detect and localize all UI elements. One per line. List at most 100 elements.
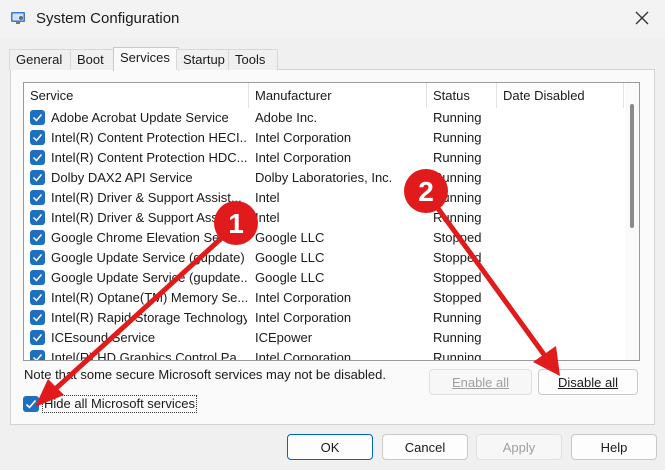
service-name: Google Chrome Elevation Service... [51,230,247,245]
tab-boot[interactable]: Boot [70,49,116,70]
service-checkbox[interactable] [30,230,45,245]
service-checkbox[interactable] [30,130,45,145]
service-name: Intel(R) Optane(TM) Memory Se... [51,290,247,305]
table-row[interactable]: Dolby DAX2 API Service Dolby Laboratories… [24,168,624,188]
table-row[interactable]: Intel(R) Driver & Support Assist... Intel… [24,208,624,228]
window-title: System Configuration [36,10,180,27]
table-row[interactable]: Intel(R) Content Protection HDC... Intel … [24,148,624,168]
table-row[interactable]: Google Chrome Elevation Service... Google… [24,228,624,248]
date-disabled [503,148,623,168]
service-name: Google Update Service (gupdate... [51,270,247,285]
tab-general[interactable]: General [9,49,71,70]
checkmark-icon [32,134,43,142]
system-config-icon [11,12,25,24]
scroll-thumb[interactable] [630,104,634,228]
date-disabled [503,108,623,128]
status: Running [433,350,482,361]
date-disabled [503,188,623,208]
tab-label: Startup [183,52,225,67]
close-icon[interactable] [633,9,651,27]
column-header-status[interactable]: Status [427,83,497,108]
date-disabled [503,208,623,228]
service-checkbox[interactable] [30,350,45,360]
date-disabled [503,288,623,308]
status: Running [433,210,482,225]
tab-label: General [16,52,63,67]
service-checkbox[interactable] [30,250,45,265]
table-row[interactable]: Google Update Service (gupdate) Google LL… [24,248,624,268]
service-checkbox[interactable] [30,170,45,185]
apply-button[interactable]: Apply [476,434,562,460]
manufacturer: Intel Corporation [255,290,352,305]
ok-button[interactable]: OK [287,434,373,460]
status: Running [433,150,482,165]
table-row[interactable]: Intel(R) HD Graphics Control Pa... Intel … [24,348,624,361]
hide-microsoft-checkbox[interactable] [23,396,39,412]
tab-tools[interactable]: Tools [228,49,278,70]
manufacturer: Intel Corporation [255,150,352,165]
service-checkbox[interactable] [30,110,45,125]
title-bar: System Configuration [0,0,665,38]
cancel-button[interactable]: Cancel [382,434,468,460]
table-row[interactable]: Intel(R) Optane(TM) Memory Se... Intel Co… [24,288,624,308]
date-disabled [503,168,623,188]
checkmark-icon [32,154,43,162]
service-name: Intel(R) Driver & Support Assist... [51,210,242,225]
help-button[interactable]: Help [571,434,657,460]
status: Running [433,170,482,185]
tab-startup[interactable]: Startup [176,49,236,70]
checkmark-icon [32,254,43,262]
manufacturer: Google LLC [255,250,325,265]
checkmark-icon [32,174,43,182]
manufacturer: Intel [255,210,280,225]
service-checkbox[interactable] [30,210,45,225]
services-list[interactable]: Service Manufacturer Status Date Disable… [23,82,640,361]
list-rows: Adobe Acrobat Update Service Adobe Inc. Ru… [24,108,624,361]
service-checkbox[interactable] [30,270,45,285]
tab-label: Tools [235,52,266,67]
service-checkbox[interactable] [30,190,45,205]
manufacturer: Google LLC [255,270,325,285]
table-row[interactable]: ICEsound Service ICEpower Running [24,328,624,348]
button-label: Disable all [558,375,618,390]
checkmark-icon [32,334,43,342]
column-header-date-disabled[interactable]: Date Disabled [497,83,624,108]
service-name: Intel(R) HD Graphics Control Pa... [51,350,247,361]
service-name: Adobe Acrobat Update Service [51,110,229,125]
column-header-service[interactable]: Service [24,83,249,108]
service-checkbox[interactable] [30,150,45,165]
table-row[interactable]: Intel(R) Content Protection HECI... Intel… [24,128,624,148]
table-row[interactable]: Google Update Service (gupdate... Google … [24,268,624,288]
manufacturer: Adobe Inc. [255,110,318,125]
date-disabled [503,308,623,328]
checkmark-icon [32,114,43,122]
vertical-scrollbar[interactable] [625,83,639,360]
service-checkbox[interactable] [30,330,45,345]
status: Stopped [433,270,482,285]
column-header-manufacturer[interactable]: Manufacturer [249,83,427,108]
table-row[interactable]: Intel(R) Rapid Storage Technology Intel C… [24,308,624,328]
tab-label: Boot [77,52,104,67]
manufacturer: Dolby Laboratories, Inc. [255,170,393,185]
service-checkbox[interactable] [30,310,45,325]
service-name: Intel(R) Content Protection HECI... [51,130,247,145]
service-name: Dolby DAX2 API Service [51,170,193,185]
enable-all-button[interactable]: Enable all [429,369,532,395]
checkmark-icon [32,294,43,302]
hide-microsoft-label[interactable]: Hide all Microsoft services [42,395,197,413]
date-disabled [503,128,623,148]
table-row[interactable]: Adobe Acrobat Update Service Adobe Inc. Ru… [24,108,624,128]
service-name: Intel(R) Driver & Support Assist... [51,190,242,205]
table-row[interactable]: Intel(R) Driver & Support Assist... Intel… [24,188,624,208]
manufacturer: ICEpower [255,330,313,345]
date-disabled [503,248,623,268]
disable-all-button[interactable]: Disable all [538,369,638,395]
tab-services[interactable]: Services [113,47,179,71]
service-name: Intel(R) Content Protection HDC... [51,150,247,165]
status: Stopped [433,290,482,305]
checkmark-icon [32,234,43,242]
status: Running [433,190,482,205]
note-text: Note that some secure Microsoft services… [24,367,386,382]
status: Stopped [433,230,482,245]
service-checkbox[interactable] [30,290,45,305]
